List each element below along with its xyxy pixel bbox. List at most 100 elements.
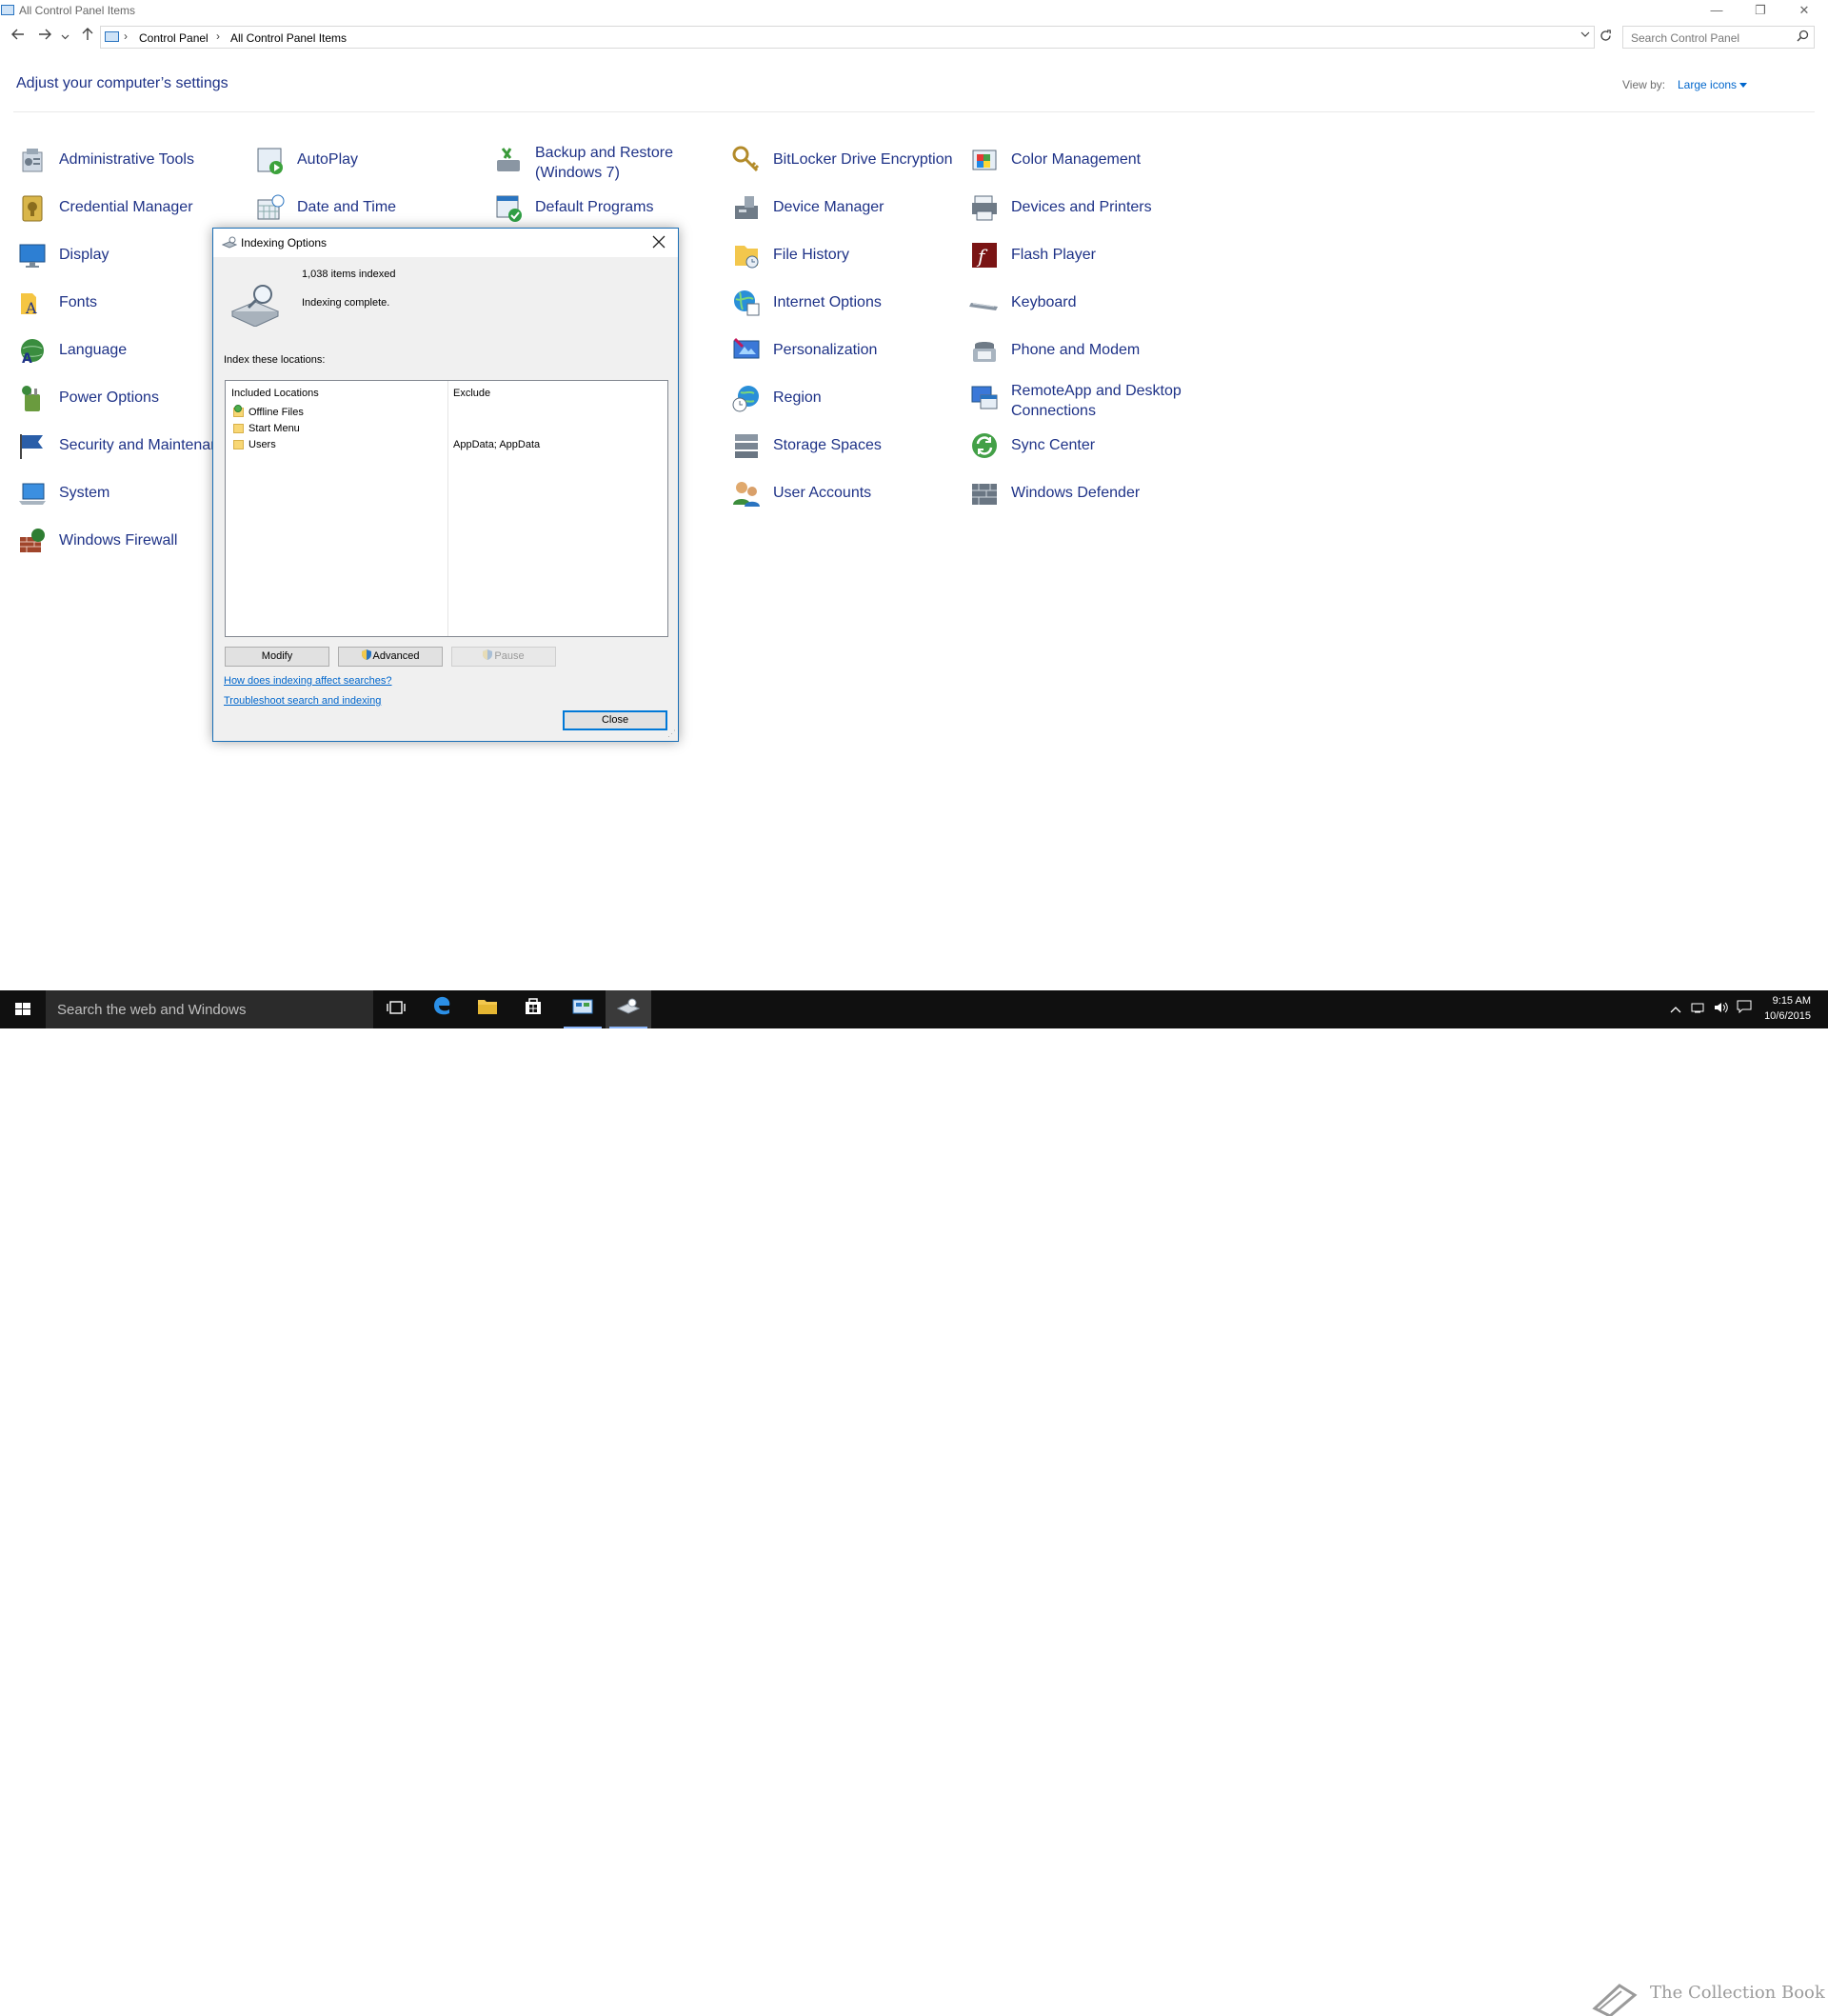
taskbar-search-input[interactable]: Search the web and Windows bbox=[57, 1002, 246, 1018]
dialog-close-x-button[interactable] bbox=[647, 231, 670, 254]
cp-item-bitlocker[interactable]: BitLocker Drive Encryption bbox=[731, 143, 960, 177]
control-panel-taskbar-button[interactable] bbox=[560, 990, 606, 1028]
task-view-button[interactable] bbox=[373, 990, 419, 1028]
cp-item-system[interactable]: System bbox=[17, 476, 246, 510]
cp-item-label[interactable]: Fonts bbox=[59, 294, 97, 311]
cp-item-label[interactable]: Device Manager bbox=[773, 199, 884, 216]
cp-item-internet-options[interactable]: Internet Options bbox=[731, 286, 960, 320]
search-input[interactable]: Search Control Panel bbox=[1631, 31, 1739, 45]
cp-item-label[interactable]: Default Programs bbox=[535, 199, 654, 216]
cp-item-display[interactable]: Display bbox=[17, 238, 246, 272]
breadcrumb-control-panel[interactable]: Control Panel bbox=[139, 31, 209, 45]
cp-item-label[interactable]: File History bbox=[773, 247, 849, 264]
cp-item-label[interactable]: Language bbox=[59, 342, 127, 359]
cp-item-label[interactable]: Region bbox=[773, 389, 822, 407]
troubleshoot-link[interactable]: Troubleshoot search and indexing bbox=[224, 695, 381, 707]
address-dropdown-icon[interactable] bbox=[1580, 30, 1590, 42]
cp-item-personalization[interactable]: Personalization bbox=[731, 333, 960, 368]
close-button-label[interactable]: Close bbox=[602, 714, 628, 726]
cp-item-backup-restore[interactable]: Backup and Restore (Windows 7) bbox=[493, 143, 722, 181]
cp-item-label[interactable]: Display bbox=[59, 247, 109, 264]
cp-item-windows-defender[interactable]: Windows Defender bbox=[969, 476, 1198, 510]
cp-item-label[interactable]: BitLocker Drive Encryption bbox=[773, 151, 953, 169]
cp-item-autoplay[interactable]: AutoPlay bbox=[255, 143, 484, 177]
cp-item-label[interactable]: Windows Defender bbox=[1011, 485, 1140, 502]
cp-item-label[interactable]: Sync Center bbox=[1011, 437, 1095, 454]
action-center-button[interactable] bbox=[1737, 990, 1752, 1028]
restore-button[interactable]: ❐ bbox=[1739, 0, 1782, 21]
forward-button[interactable] bbox=[34, 27, 55, 48]
cp-item-devices-printers[interactable]: Devices and Printers bbox=[969, 190, 1198, 225]
recent-locations-button[interactable] bbox=[58, 27, 71, 48]
cp-item-keyboard[interactable]: Keyboard bbox=[969, 286, 1198, 320]
up-button[interactable] bbox=[77, 27, 98, 48]
view-by-value[interactable]: Large icons bbox=[1678, 78, 1737, 91]
show-hidden-icons-button[interactable] bbox=[1670, 990, 1681, 1028]
cp-item-default-programs[interactable]: Default Programs bbox=[493, 190, 722, 225]
pause-button[interactable]: Pause bbox=[451, 647, 556, 667]
cp-item-date-time[interactable]: Date and Time bbox=[255, 190, 484, 225]
cp-item-label[interactable]: User Accounts bbox=[773, 485, 871, 502]
cp-item-label[interactable]: Security and Maintenar bbox=[59, 437, 216, 454]
modify-button-label[interactable]: Modify bbox=[262, 650, 292, 662]
cp-item-label[interactable]: Date and Time bbox=[297, 199, 396, 216]
breadcrumb-all-items[interactable]: All Control Panel Items bbox=[230, 31, 347, 45]
cp-item-color-management[interactable]: Color Management bbox=[969, 143, 1198, 177]
cp-item-credential-manager[interactable]: Credential Manager bbox=[17, 190, 246, 225]
taskbar-search[interactable]: Search the web and Windows bbox=[46, 990, 373, 1028]
store-button[interactable] bbox=[510, 990, 556, 1028]
cp-item-label[interactable]: System bbox=[59, 485, 109, 502]
advanced-button-label[interactable]: Advanced bbox=[373, 650, 420, 662]
cp-item-region[interactable]: Region bbox=[731, 381, 960, 415]
cp-item-label[interactable]: Color Management bbox=[1011, 151, 1141, 169]
cp-item-flash-player[interactable]: f Flash Player bbox=[969, 238, 1198, 272]
cp-item-administrative-tools[interactable]: Administrative Tools bbox=[17, 143, 246, 177]
cp-item-file-history[interactable]: File History bbox=[731, 238, 960, 272]
minimize-button[interactable]: — bbox=[1695, 0, 1739, 21]
cp-item-label[interactable]: Personalization bbox=[773, 342, 877, 359]
cp-item-label[interactable]: Windows Firewall bbox=[59, 532, 177, 549]
file-explorer-button[interactable] bbox=[465, 990, 510, 1028]
network-button[interactable] bbox=[1691, 990, 1706, 1028]
cp-item-label[interactable]: Storage Spaces bbox=[773, 437, 882, 454]
search-box[interactable]: Search Control Panel bbox=[1622, 26, 1815, 49]
cp-item-label[interactable]: Backup and Restore (Windows 7) bbox=[535, 143, 735, 183]
cp-item-security-maintenance[interactable]: Security and Maintenar bbox=[17, 429, 246, 463]
resize-grip-icon[interactable]: ⋰ bbox=[667, 729, 676, 739]
location-row[interactable]: Start Menu bbox=[233, 422, 662, 437]
location-row[interactable]: Users AppData; AppData bbox=[233, 438, 662, 453]
cp-item-label[interactable]: RemoteApp and Desktop Connections bbox=[1011, 381, 1211, 421]
cp-item-label[interactable]: Devices and Printers bbox=[1011, 199, 1152, 216]
start-button[interactable] bbox=[0, 990, 46, 1028]
refresh-button[interactable] bbox=[1596, 27, 1615, 48]
cp-item-label[interactable]: Phone and Modem bbox=[1011, 342, 1140, 359]
locations-list[interactable]: Included Locations Exclude Offline Files… bbox=[225, 380, 668, 637]
cp-item-sync-center[interactable]: Sync Center bbox=[969, 429, 1198, 463]
indexing-options-taskbar-button[interactable] bbox=[606, 990, 651, 1028]
cp-item-storage-spaces[interactable]: Storage Spaces bbox=[731, 429, 960, 463]
cp-item-label[interactable]: Credential Manager bbox=[59, 199, 193, 216]
indexing-help-link[interactable]: How does indexing affect searches? bbox=[224, 675, 392, 687]
cp-item-user-accounts[interactable]: User Accounts bbox=[731, 476, 960, 510]
cp-item-language[interactable]: A Language bbox=[17, 333, 246, 368]
cp-item-remoteapp[interactable]: RemoteApp and Desktop Connections bbox=[969, 381, 1198, 419]
cp-item-label[interactable]: Internet Options bbox=[773, 294, 882, 311]
pause-button-label[interactable]: Pause bbox=[494, 650, 524, 662]
clock-time[interactable]: 9:15 AM bbox=[1764, 993, 1811, 1008]
edge-button[interactable] bbox=[419, 990, 465, 1028]
location-row[interactable]: Offline Files bbox=[233, 405, 662, 421]
cp-item-label[interactable]: AutoPlay bbox=[297, 151, 358, 169]
cp-item-label[interactable]: Power Options bbox=[59, 389, 159, 407]
search-icon[interactable] bbox=[1797, 30, 1809, 45]
cp-item-label[interactable]: Administrative Tools bbox=[59, 151, 194, 169]
clock-date[interactable]: 10/6/2015 bbox=[1764, 1008, 1811, 1024]
advanced-button[interactable]: Advanced bbox=[338, 647, 443, 667]
cp-item-device-manager[interactable]: Device Manager bbox=[731, 190, 960, 225]
cp-item-label[interactable]: Flash Player bbox=[1011, 247, 1096, 264]
cp-item-phone-modem[interactable]: Phone and Modem bbox=[969, 333, 1198, 368]
clock[interactable]: 9:15 AM 10/6/2015 bbox=[1764, 993, 1811, 1024]
cp-item-label[interactable]: Keyboard bbox=[1011, 294, 1077, 311]
view-by-dropdown[interactable]: Large icons bbox=[1678, 78, 1748, 91]
volume-button[interactable] bbox=[1714, 990, 1729, 1028]
back-button[interactable] bbox=[8, 27, 29, 48]
